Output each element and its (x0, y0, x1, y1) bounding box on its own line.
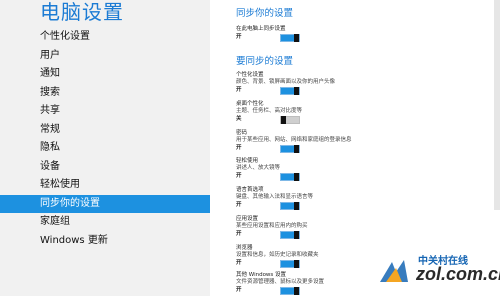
section-title-sync: 同步你的设置 (236, 8, 294, 19)
setting-label: 在此电脑上同步设置 (236, 26, 286, 32)
section-title-settings-to-sync: 要同步的设置 (236, 56, 294, 67)
sidebar-item-personalize[interactable]: 个性化设置 (0, 28, 210, 47)
zol-logo-icon (380, 260, 408, 282)
toggle-switch[interactable] (280, 34, 300, 42)
toggle-thumb (281, 116, 286, 124)
setting-label: 语言首选项 (236, 187, 264, 193)
setting-description: 主题、任务栏、高对比度等 (236, 108, 303, 114)
toggle-thumb (294, 231, 299, 239)
setting-label: 个性化设置 (236, 72, 264, 78)
sidebar-item-users[interactable]: 用户 (0, 47, 210, 66)
toggle-switch[interactable] (280, 231, 300, 239)
setting-language-preferences: 语言首选项 键盘、其他输入法和显示语言等 开 (236, 187, 436, 210)
sidebar-item-general[interactable]: 常规 (0, 121, 210, 140)
toggle-switch[interactable] (280, 145, 300, 153)
watermark-domain-text: zol.com.cn (416, 264, 500, 284)
setting-state: 开 (236, 202, 242, 208)
toggle-switch[interactable] (280, 173, 300, 181)
setting-state: 开 (236, 231, 242, 237)
setting-label: 轻松使用 (236, 158, 259, 164)
sidebar-item-windows-update[interactable]: Windows 更新 (0, 232, 210, 251)
setting-app-settings: 应用设置 某些应用设置和应用内的购买 开 (236, 216, 436, 239)
setting-description: 用于某些应用、网站、网络和家庭组的登录信息 (236, 137, 352, 143)
setting-state: 开 (236, 173, 242, 179)
toggle-thumb (294, 287, 299, 295)
setting-desktop-personalize: 桌面个性化 主题、任务栏、高对比度等 关 (236, 101, 436, 124)
sidebar-item-devices[interactable]: 设备 (0, 158, 210, 177)
toggle-thumb (294, 145, 299, 153)
sidebar-item-privacy[interactable]: 隐私 (0, 139, 210, 158)
toggle-switch[interactable] (280, 87, 300, 95)
toggle-thumb (294, 202, 299, 210)
sidebar-item-notifications[interactable]: 通知 (0, 65, 210, 84)
toggle-thumb (294, 87, 299, 95)
setting-label: 桌面个性化 (236, 101, 264, 107)
setting-description: 颜色、背景、锁屏画面以及你的用户头像 (236, 79, 336, 85)
setting-label: 应用设置 (236, 216, 259, 222)
toggle-switch[interactable] (280, 260, 300, 268)
toggle-thumb (294, 34, 299, 42)
setting-state: 关 (236, 116, 242, 122)
setting-passwords: 密码 用于某些应用、网站、网络和家庭组的登录信息 开 (236, 130, 436, 153)
setting-state: 开 (236, 87, 242, 93)
setting-state: 开 (236, 287, 242, 293)
toggle-thumb (294, 173, 299, 181)
zol-watermark: 中关村在线 zol.com.cn (374, 248, 500, 292)
toggle-switch[interactable] (280, 116, 300, 124)
setting-state: 开 (236, 145, 242, 151)
toggle-thumb (294, 260, 299, 268)
setting-description: 讲述人、放大镜等 (236, 165, 281, 171)
sidebar-nav: 个性化设置 用户 通知 搜索 共享 常规 隐私 设备 轻松使用 同步你的设置 家… (0, 28, 210, 250)
sidebar-item-homegroup[interactable]: 家庭组 (0, 213, 210, 232)
sidebar: 电脑设置 个性化设置 用户 通知 搜索 共享 常规 隐私 设备 轻松使用 同步你… (0, 0, 210, 296)
setting-ease-of-access: 轻松使用 讲述人、放大镜等 开 (236, 158, 436, 181)
setting-state: 开 (236, 34, 242, 40)
toggle-switch[interactable] (280, 287, 300, 295)
app-title: 电脑设置 (40, 0, 124, 24)
setting-personalize: 个性化设置 颜色、背景、锁屏画面以及你的用户头像 开 (236, 72, 436, 95)
setting-sync-on-pc: 在此电脑上同步设置 开 (236, 26, 436, 42)
sidebar-item-search[interactable]: 搜索 (0, 84, 210, 103)
setting-state: 开 (236, 260, 242, 266)
sidebar-item-share[interactable]: 共享 (0, 102, 210, 121)
setting-description: 某些应用设置和应用内的购买 (236, 223, 308, 229)
toggle-switch[interactable] (280, 202, 300, 210)
vertical-scrollbar[interactable] (494, 0, 500, 210)
setting-description: 键盘、其他输入法和显示语言等 (236, 194, 314, 200)
sidebar-item-ease-of-access[interactable]: 轻松使用 (0, 176, 210, 195)
setting-label: 密码 (236, 130, 248, 136)
sidebar-item-sync-settings[interactable]: 同步你的设置 (0, 194, 210, 213)
